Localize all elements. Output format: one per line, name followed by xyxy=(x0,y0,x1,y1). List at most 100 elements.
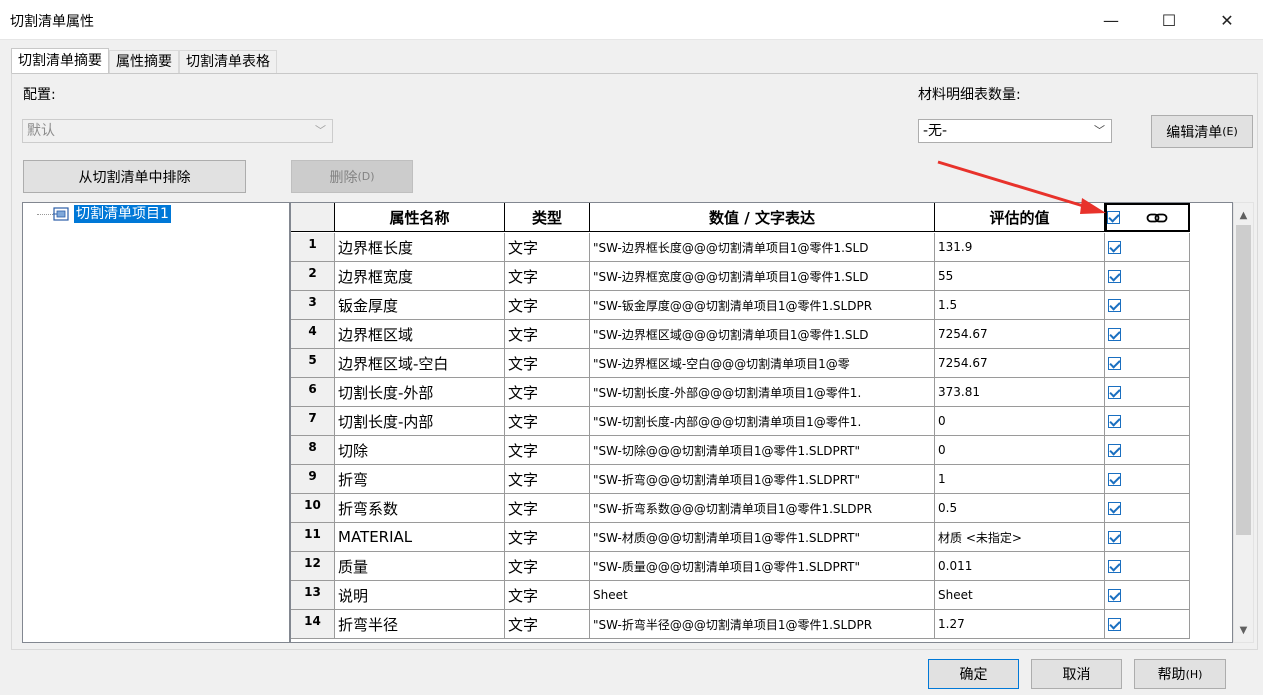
include-checkbox[interactable] xyxy=(1108,559,1121,573)
include-checkbox-cell[interactable] xyxy=(1105,291,1190,320)
evaluated-value-cell[interactable]: 7254.67 xyxy=(935,349,1105,378)
minimize-button[interactable]: — xyxy=(1088,0,1134,40)
property-name-cell[interactable]: 折弯半径 xyxy=(335,610,505,639)
value-expression-cell[interactable]: Sheet xyxy=(590,581,935,610)
bom-quantity-select[interactable]: -无- ﹀ xyxy=(918,119,1112,143)
include-checkbox-cell[interactable] xyxy=(1105,581,1190,610)
value-expression-cell[interactable]: "SW-切割长度-外部@@@切割清单项目1@零件1. xyxy=(590,378,935,407)
value-expression-cell[interactable]: "SW-质量@@@切割清单项目1@零件1.SLDPRT" xyxy=(590,552,935,581)
value-expression-cell[interactable]: "SW-材质@@@切割清单项目1@零件1.SLDPRT" xyxy=(590,523,935,552)
property-name-cell[interactable]: 折弯 xyxy=(335,465,505,494)
grid-scrollbar[interactable]: ▲ ▼ xyxy=(1233,202,1254,643)
tab-property-summary[interactable]: 属性摘要 xyxy=(109,50,179,74)
config-select[interactable]: 默认 ﹀ xyxy=(22,119,333,143)
include-checkbox[interactable] xyxy=(1108,298,1121,312)
value-expression-cell[interactable]: "SW-边界框区域-空白@@@切割清单项目1@零 xyxy=(590,349,935,378)
value-expression-cell[interactable]: "SW-折弯@@@切割清单项目1@零件1.SLDPRT" xyxy=(590,465,935,494)
delete-button[interactable]: 删除 (D) xyxy=(291,160,413,193)
tab-cut-list-table[interactable]: 切割清单表格 xyxy=(179,50,277,74)
property-name-cell[interactable]: 切除 xyxy=(335,436,505,465)
property-name-cell[interactable]: 折弯系数 xyxy=(335,494,505,523)
include-checkbox-cell[interactable] xyxy=(1105,552,1190,581)
include-checkbox[interactable] xyxy=(1108,327,1121,341)
include-checkbox-cell[interactable] xyxy=(1105,436,1190,465)
type-cell[interactable]: 文字 xyxy=(505,233,590,262)
evaluated-value-cell[interactable]: 1.27 xyxy=(935,610,1105,639)
include-checkbox-cell[interactable] xyxy=(1105,349,1190,378)
property-name-cell[interactable]: MATERIAL xyxy=(335,523,505,552)
evaluated-value-cell[interactable]: 0 xyxy=(935,436,1105,465)
include-checkbox-cell[interactable] xyxy=(1105,320,1190,349)
evaluated-value-cell[interactable]: 1.5 xyxy=(935,291,1105,320)
property-name-cell[interactable]: 边界框区域-空白 xyxy=(335,349,505,378)
value-expression-cell[interactable]: "SW-切除@@@切割清单项目1@零件1.SLDPRT" xyxy=(590,436,935,465)
evaluated-value-cell[interactable]: 0.5 xyxy=(935,494,1105,523)
include-checkbox[interactable] xyxy=(1108,617,1121,631)
value-expression-cell[interactable]: "SW-钣金厚度@@@切割清单项目1@零件1.SLDPR xyxy=(590,291,935,320)
close-button[interactable]: ✕ xyxy=(1204,0,1250,40)
type-cell[interactable]: 文字 xyxy=(505,581,590,610)
property-name-cell[interactable]: 切割长度-外部 xyxy=(335,378,505,407)
property-name-cell[interactable]: 钣金厚度 xyxy=(335,291,505,320)
evaluated-value-cell[interactable]: 材质 <未指定> xyxy=(935,523,1105,552)
value-expression-cell[interactable]: "SW-切割长度-内部@@@切割清单项目1@零件1. xyxy=(590,407,935,436)
evaluated-value-cell[interactable]: 131.9 xyxy=(935,233,1105,262)
type-cell[interactable]: 文字 xyxy=(505,552,590,581)
evaluated-value-cell[interactable]: 373.81 xyxy=(935,378,1105,407)
include-checkbox-cell[interactable] xyxy=(1105,378,1190,407)
include-checkbox-cell[interactable] xyxy=(1105,465,1190,494)
type-cell[interactable]: 文字 xyxy=(505,320,590,349)
type-cell[interactable]: 文字 xyxy=(505,378,590,407)
property-name-cell[interactable]: 切割长度-内部 xyxy=(335,407,505,436)
property-name-cell[interactable]: 说明 xyxy=(335,581,505,610)
value-expression-cell[interactable]: "SW-折弯系数@@@切割清单项目1@零件1.SLDPR xyxy=(590,494,935,523)
col-header-evaluated-value[interactable]: 评估的值 xyxy=(935,203,1105,232)
include-checkbox-cell[interactable] xyxy=(1105,407,1190,436)
exclude-from-cut-list-button[interactable]: 从切割清单中排除 xyxy=(23,160,246,193)
include-checkbox-cell[interactable] xyxy=(1105,262,1190,291)
link-icon[interactable] xyxy=(1146,210,1168,226)
scroll-down-arrow-icon[interactable]: ▼ xyxy=(1234,620,1253,640)
evaluated-value-cell[interactable]: Sheet xyxy=(935,581,1105,610)
include-checkbox[interactable] xyxy=(1108,443,1121,457)
scroll-up-arrow-icon[interactable]: ▲ xyxy=(1234,205,1253,225)
type-cell[interactable]: 文字 xyxy=(505,407,590,436)
value-expression-cell[interactable]: "SW-折弯半径@@@切割清单项目1@零件1.SLDPR xyxy=(590,610,935,639)
evaluated-value-cell[interactable]: 55 xyxy=(935,262,1105,291)
property-name-cell[interactable]: 边界框宽度 xyxy=(335,262,505,291)
edit-list-button[interactable]: 编辑清单 (E) xyxy=(1151,115,1253,148)
type-cell[interactable]: 文字 xyxy=(505,494,590,523)
include-checkbox-cell[interactable] xyxy=(1105,494,1190,523)
evaluated-value-cell[interactable]: 0 xyxy=(935,407,1105,436)
help-button[interactable]: 帮助 (H) xyxy=(1134,659,1226,689)
value-expression-cell[interactable]: "SW-边界框宽度@@@切割清单项目1@零件1.SLD xyxy=(590,262,935,291)
include-checkbox[interactable] xyxy=(1108,530,1121,544)
value-expression-cell[interactable]: "SW-边界框长度@@@切割清单项目1@零件1.SLD xyxy=(590,233,935,262)
col-header-type[interactable]: 类型 xyxy=(505,203,590,232)
include-checkbox[interactable] xyxy=(1108,501,1121,515)
include-checkbox-cell[interactable] xyxy=(1105,610,1190,639)
property-name-cell[interactable]: 质量 xyxy=(335,552,505,581)
include-checkbox-cell[interactable] xyxy=(1105,523,1190,552)
property-name-cell[interactable]: 边界框区域 xyxy=(335,320,505,349)
include-checkbox[interactable] xyxy=(1108,472,1121,486)
type-cell[interactable]: 文字 xyxy=(505,349,590,378)
type-cell[interactable]: 文字 xyxy=(505,436,590,465)
include-checkbox[interactable] xyxy=(1108,385,1121,399)
ok-button[interactable]: 确定 xyxy=(928,659,1019,689)
col-header-value-expression[interactable]: 数值 / 文字表达 xyxy=(590,203,935,232)
header-checkbox[interactable] xyxy=(1107,211,1120,224)
type-cell[interactable]: 文字 xyxy=(505,610,590,639)
include-checkbox[interactable] xyxy=(1108,240,1121,254)
tree-item-cut-list-item[interactable]: 切割清单项目1 xyxy=(74,205,171,223)
scroll-thumb[interactable] xyxy=(1236,225,1251,535)
include-checkbox[interactable] xyxy=(1108,356,1121,370)
type-cell[interactable]: 文字 xyxy=(505,523,590,552)
value-expression-cell[interactable]: "SW-边界框区域@@@切割清单项目1@零件1.SLD xyxy=(590,320,935,349)
maximize-button[interactable]: ☐ xyxy=(1146,0,1192,40)
include-checkbox-cell[interactable] xyxy=(1105,233,1190,262)
include-checkbox[interactable] xyxy=(1108,414,1121,428)
evaluated-value-cell[interactable]: 7254.67 xyxy=(935,320,1105,349)
property-name-cell[interactable]: 边界框长度 xyxy=(335,233,505,262)
tab-cut-list-summary[interactable]: 切割清单摘要 xyxy=(11,48,109,74)
